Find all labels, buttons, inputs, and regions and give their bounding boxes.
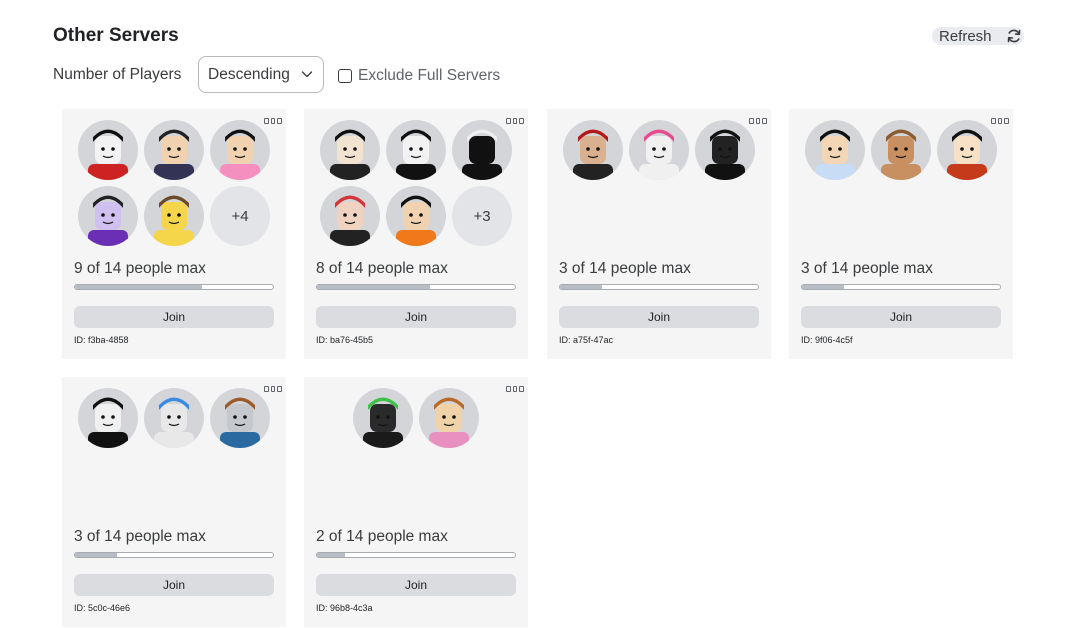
exclude-label: Exclude Full Servers	[358, 67, 501, 84]
avatar-black-beret[interactable]	[78, 388, 138, 448]
more-players-badge[interactable]: +3	[452, 186, 512, 246]
join-button[interactable]: Join	[316, 306, 516, 328]
server-card: 2 of 14 people max Join ID: 96b8-4c3a	[304, 377, 528, 627]
avatar-red-armor[interactable]	[563, 120, 623, 180]
player-avatars	[789, 120, 1013, 180]
join-button[interactable]: Join	[74, 574, 274, 596]
refresh-icon	[1007, 29, 1021, 43]
capacity-fill	[317, 553, 346, 557]
capacity-bar	[74, 552, 274, 558]
sort-value: Descending	[208, 65, 290, 83]
server-card: 3 of 14 people max Join ID: 9f06-4c5f	[789, 109, 1013, 359]
page-title: Other Servers	[53, 25, 179, 46]
avatar-green-alien[interactable]	[353, 388, 413, 448]
capacity-bar	[74, 284, 274, 290]
exclude-full-checkbox[interactable]: Exclude Full Servers	[338, 67, 500, 85]
capacity-bar	[559, 284, 759, 290]
chevron-down-icon	[301, 71, 313, 78]
player-count: 3 of 14 people max	[74, 528, 206, 545]
player-count: 8 of 14 people max	[316, 260, 448, 277]
server-card: 3 of 14 people max Join ID: 5c0c-46e6	[62, 377, 286, 627]
avatar-red-beanie[interactable]	[937, 120, 997, 180]
join-button[interactable]: Join	[801, 306, 1001, 328]
capacity-fill	[75, 553, 118, 557]
capacity-bar	[316, 552, 516, 558]
capacity-bar	[801, 284, 1001, 290]
avatar-red-hair[interactable]	[320, 186, 380, 246]
sort-dropdown[interactable]: Descending	[198, 56, 324, 93]
avatar-purple-hair[interactable]	[78, 186, 138, 246]
more-players-badge[interactable]: +4	[210, 186, 270, 246]
avatar-brown-hair[interactable]	[419, 388, 479, 448]
player-count: 9 of 14 people max	[74, 260, 206, 277]
player-count: 3 of 14 people max	[801, 260, 933, 277]
avatar-noob-smile[interactable]	[144, 186, 204, 246]
player-avatars: +4	[78, 120, 276, 246]
capacity-fill	[317, 285, 431, 289]
server-card: 3 of 14 people max Join ID: a75f-47ac	[547, 109, 771, 359]
server-id: ID: 96b8-4c3a	[316, 603, 373, 613]
join-button[interactable]: Join	[316, 574, 516, 596]
server-id: ID: a75f-47ac	[559, 335, 614, 345]
server-id: ID: f3ba-4858	[74, 335, 129, 345]
avatar-black-suit[interactable]	[695, 120, 755, 180]
refresh-label: Refresh	[939, 27, 992, 45]
player-count: 2 of 14 people max	[316, 528, 448, 545]
avatar-black-hat[interactable]	[452, 120, 512, 180]
avatar-sailor-cap[interactable]	[805, 120, 865, 180]
capacity-fill	[560, 285, 603, 289]
capacity-fill	[75, 285, 203, 289]
server-card: +4 9 of 14 people max Join ID: f3ba-4858	[62, 109, 286, 359]
avatar-pirate-hat[interactable]	[144, 120, 204, 180]
player-avatars	[62, 388, 286, 448]
player-avatars: +3	[320, 120, 518, 246]
avatar-pink-bow[interactable]	[210, 120, 270, 180]
server-id: ID: 9f06-4c5f	[801, 335, 853, 345]
join-button[interactable]: Join	[559, 306, 759, 328]
player-avatars	[547, 120, 771, 180]
avatar-blue-shark[interactable]	[144, 388, 204, 448]
refresh-button[interactable]: Refresh	[932, 27, 1024, 45]
avatar-hollow-knight[interactable]	[78, 120, 138, 180]
avatar-fire-outfit[interactable]	[386, 186, 446, 246]
server-id: ID: 5c0c-46e6	[74, 603, 131, 613]
player-avatars	[304, 388, 528, 448]
player-count: 3 of 14 people max	[559, 260, 691, 277]
server-id: ID: ba76-45b5	[316, 335, 374, 345]
avatar-mouse-face[interactable]	[871, 120, 931, 180]
avatar-black-hair[interactable]	[320, 120, 380, 180]
avatar-white-mask[interactable]	[386, 120, 446, 180]
server-card: +3 8 of 14 people max Join ID: ba76-45b5	[304, 109, 528, 359]
avatar-pink-glasses[interactable]	[629, 120, 689, 180]
capacity-fill	[802, 285, 845, 289]
capacity-bar	[316, 284, 516, 290]
sort-label: Number of Players	[53, 66, 182, 83]
avatar-sunglasses[interactable]	[210, 388, 270, 448]
join-button[interactable]: Join	[74, 306, 274, 328]
checkbox-box[interactable]	[338, 69, 352, 83]
